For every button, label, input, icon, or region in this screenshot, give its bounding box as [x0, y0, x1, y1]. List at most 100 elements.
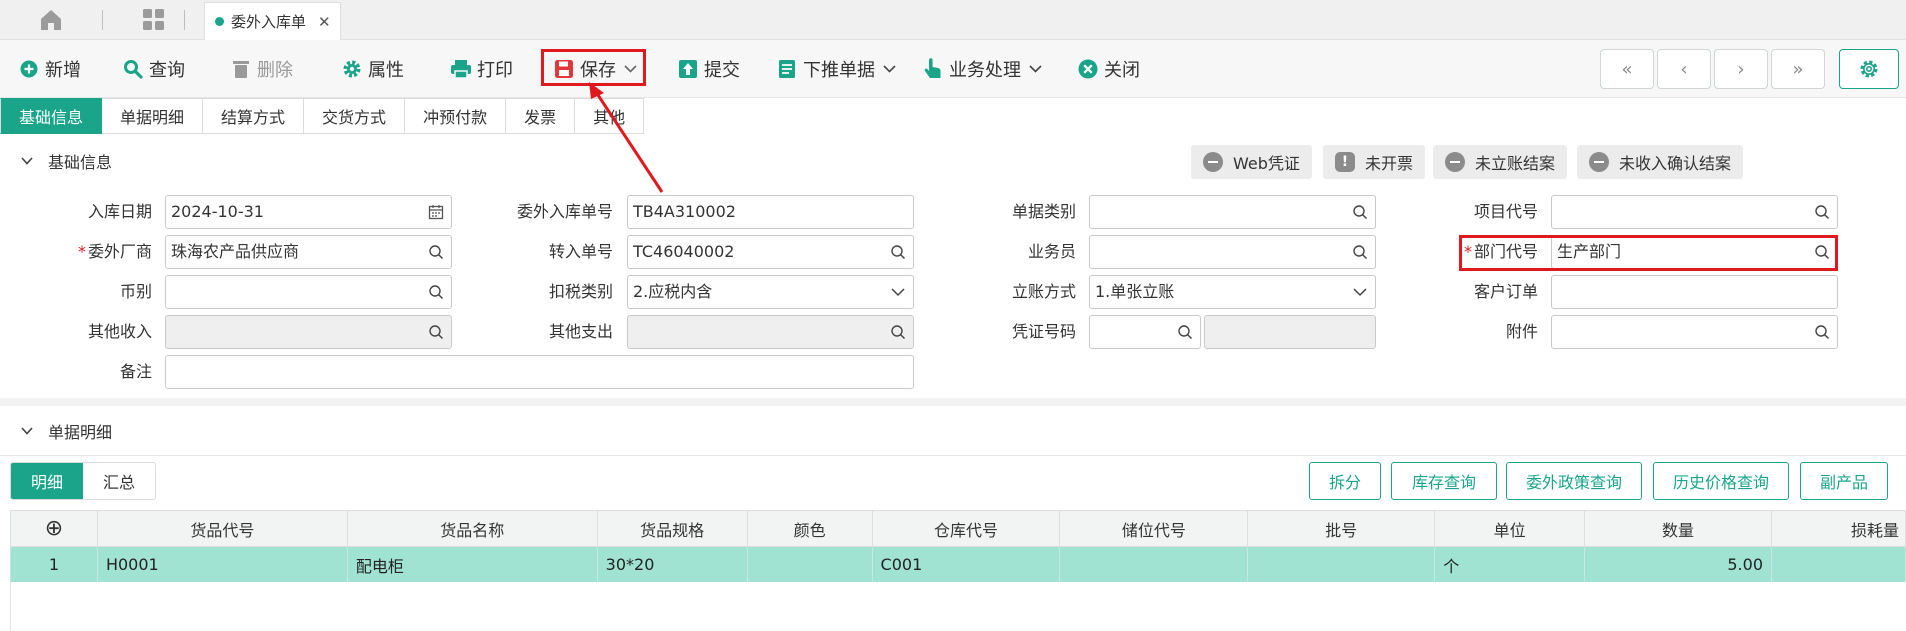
tab-detail-lines[interactable]: 明细 — [11, 463, 83, 499]
cell-warehouse[interactable]: C001 — [871, 546, 1061, 583]
search-icon[interactable] — [428, 284, 444, 300]
project-field[interactable] — [1551, 195, 1838, 229]
tab-detail[interactable]: 单据明细 — [102, 98, 204, 134]
vendor-field[interactable]: 珠海农产品供应商 — [165, 235, 452, 269]
cell-location[interactable] — [1059, 546, 1249, 583]
voucher-no-field[interactable] — [1089, 315, 1201, 349]
settings-button[interactable] — [1839, 49, 1899, 89]
document-tab[interactable]: 委外入库单 ✕ — [204, 2, 341, 40]
last-record-button[interactable]: » — [1771, 49, 1825, 89]
tab-summary[interactable]: 汇总 — [83, 463, 155, 499]
push-down-button[interactable]: 下推单据 — [776, 54, 896, 84]
chevron-down-icon[interactable] — [883, 65, 896, 73]
column-header[interactable]: 仓库代号 — [871, 510, 1061, 547]
properties-button[interactable]: 属性 — [341, 54, 404, 84]
next-record-button[interactable]: › — [1714, 49, 1768, 89]
calendar-icon[interactable] — [428, 204, 444, 220]
not-closed-account-button[interactable]: 未立账结案 — [1433, 145, 1568, 179]
tab-delivery[interactable]: 交货方式 — [304, 98, 406, 134]
tax-type-select[interactable]: 2.应税内含 — [627, 275, 914, 309]
order-no-field[interactable]: TB4A310002 — [627, 195, 914, 229]
not-invoiced-button[interactable]: 未开票 — [1323, 145, 1426, 179]
basic-info-form: 入库日期 2024-10-31 委外入库单号 TB4A310002 单据类别 项… — [0, 182, 1906, 398]
attachment-field[interactable] — [1551, 315, 1838, 349]
other-expense-field[interactable] — [627, 315, 914, 349]
close-tab-icon[interactable]: ✕ — [318, 13, 331, 31]
prev-record-button[interactable]: ‹ — [1657, 49, 1711, 89]
tab-prepayment[interactable]: 冲预付款 — [405, 98, 507, 134]
submit-button[interactable]: 提交 — [677, 54, 740, 84]
salesman-field[interactable] — [1089, 235, 1376, 269]
app-grid-icon[interactable] — [142, 8, 166, 32]
column-header[interactable]: 货品规格 — [596, 510, 748, 547]
by-product-button[interactable]: 副产品 — [1800, 462, 1888, 500]
cell-name[interactable]: 配电柜 — [346, 546, 598, 583]
cell-loss[interactable] — [1771, 546, 1906, 583]
document-icon — [776, 58, 798, 80]
search-icon[interactable] — [1352, 244, 1368, 260]
cell-spec[interactable]: 30*20 — [596, 546, 748, 583]
new-button[interactable]: 新增 — [18, 54, 81, 84]
account-mode-select[interactable]: 1.单张立账 — [1089, 275, 1376, 309]
column-header[interactable]: 货品代号 — [96, 510, 348, 547]
search-icon[interactable] — [428, 324, 444, 340]
print-button[interactable]: 打印 — [450, 54, 513, 84]
delete-button[interactable]: 删除 — [230, 54, 293, 84]
detail-section-header[interactable]: 单据明细 — [0, 406, 1906, 456]
price-history-query-button[interactable]: 历史价格查询 — [1653, 462, 1789, 500]
search-icon[interactable] — [428, 244, 444, 260]
table-row[interactable]: 1 H0001 配电柜 30*20 C001 个 5.00 — [10, 546, 1906, 583]
column-header[interactable]: 货品名称 — [346, 510, 598, 547]
status-label: 未开票 — [1365, 154, 1414, 173]
cell-qty[interactable]: 5.00 — [1584, 546, 1772, 583]
add-column-button[interactable]: ⊕ — [10, 510, 98, 547]
close-button[interactable]: 关闭 — [1077, 54, 1140, 84]
column-header[interactable]: 数量 — [1584, 510, 1772, 547]
field-value: TB4A310002 — [633, 202, 736, 221]
tab-settlement[interactable]: 结算方式 — [203, 98, 305, 134]
outsource-policy-query-button[interactable]: 委外政策查询 — [1506, 462, 1642, 500]
inventory-query-button[interactable]: 库存查询 — [1391, 462, 1497, 500]
ruku-date-field[interactable]: 2024-10-31 — [165, 195, 452, 229]
collapse-chevron-icon[interactable] — [20, 154, 34, 168]
other-income-field[interactable] — [165, 315, 452, 349]
query-button[interactable]: 查询 — [122, 54, 185, 84]
column-header[interactable]: 损耗量 — [1771, 510, 1906, 547]
column-header[interactable]: 颜色 — [746, 510, 873, 547]
home-icon[interactable] — [38, 8, 64, 32]
collapse-chevron-icon[interactable] — [20, 424, 34, 438]
column-header[interactable]: 批号 — [1247, 510, 1436, 547]
first-record-button[interactable]: « — [1600, 49, 1654, 89]
search-icon[interactable] — [1814, 324, 1830, 340]
cell-code[interactable]: H0001 — [96, 546, 348, 583]
chevron-down-icon[interactable] — [1352, 284, 1368, 300]
close-button-label: 关闭 — [1104, 60, 1140, 81]
search-icon[interactable] — [1814, 204, 1830, 220]
tab-basic-info[interactable]: 基础信息 — [0, 98, 103, 134]
web-voucher-button[interactable]: Web凭证 — [1191, 145, 1312, 179]
status-label: 未收入确认结案 — [1619, 154, 1732, 173]
column-header[interactable]: 单位 — [1434, 510, 1586, 547]
cell-color[interactable] — [746, 546, 873, 583]
doc-type-field[interactable] — [1089, 195, 1376, 229]
chevron-down-icon[interactable] — [1029, 65, 1042, 73]
search-icon[interactable] — [1352, 204, 1368, 220]
split-button[interactable]: 拆分 — [1309, 462, 1381, 500]
cell-unit[interactable]: 个 — [1434, 546, 1586, 583]
income-not-confirmed-button[interactable]: 未收入确认结案 — [1577, 145, 1744, 179]
column-header[interactable]: 储位代号 — [1059, 510, 1249, 547]
field-label: 立账方式 — [1011, 282, 1076, 301]
business-process-button[interactable]: 业务处理 — [922, 54, 1042, 84]
tab-other[interactable]: 其他 — [575, 98, 645, 134]
table-header-row: ⊕ 货品代号 货品名称 货品规格 颜色 仓库代号 储位代号 批号 单位 数量 损… — [10, 510, 1906, 547]
tab-invoice[interactable]: 发票 — [506, 98, 576, 134]
close-circle-icon — [1077, 58, 1099, 80]
remark-field[interactable] — [165, 355, 914, 389]
currency-field[interactable] — [165, 275, 452, 309]
search-icon[interactable] — [1177, 324, 1193, 340]
transfer-no-field[interactable]: TC46040002 — [627, 235, 914, 269]
customer-order-field[interactable] — [1551, 275, 1838, 309]
dept-highlight-box — [1459, 235, 1838, 271]
cell-batch[interactable] — [1247, 546, 1436, 583]
field-label: * 委外厂商 — [0, 235, 152, 269]
